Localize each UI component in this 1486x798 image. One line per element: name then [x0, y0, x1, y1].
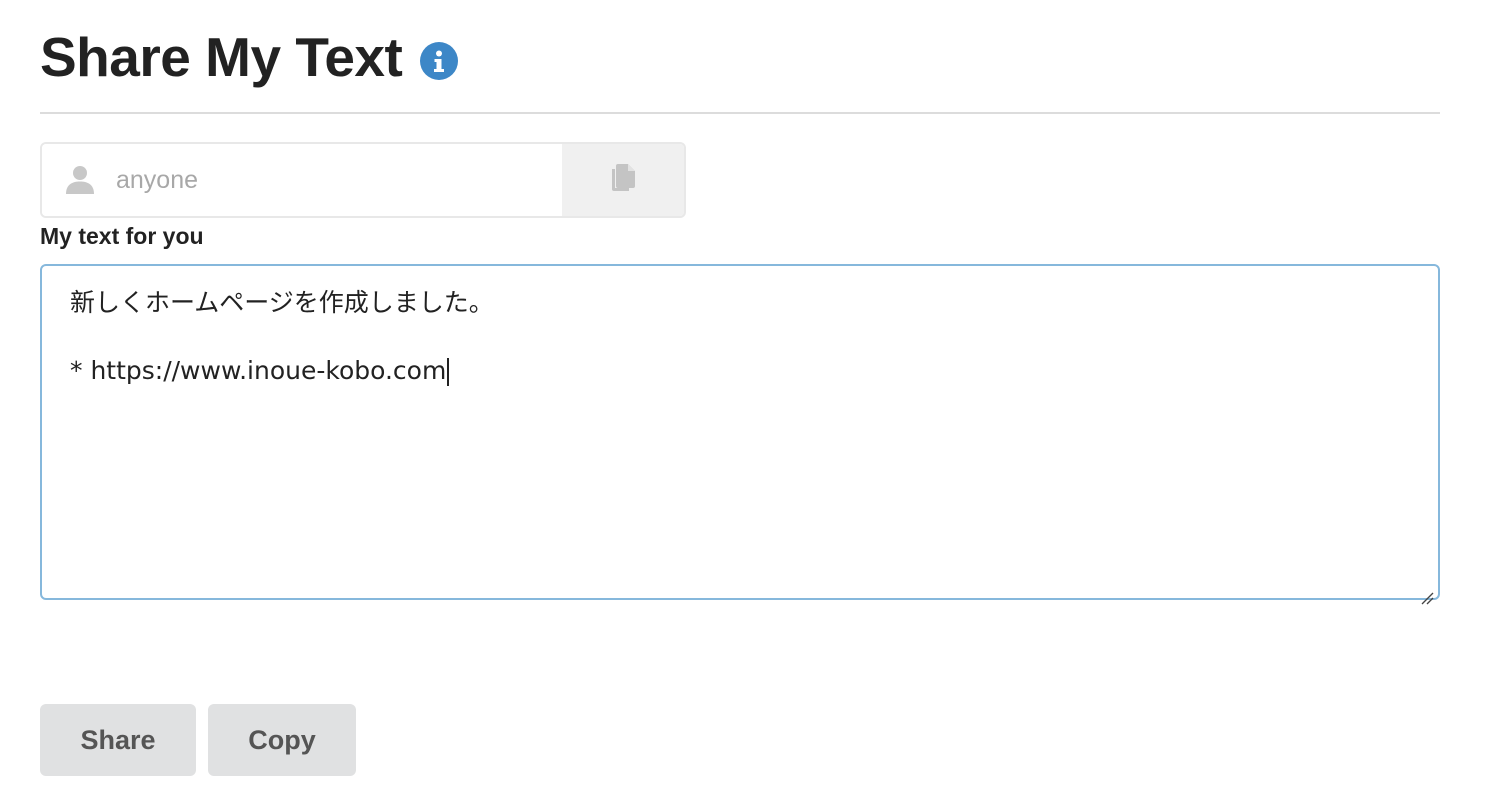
share-page: Share My Text anyone My text for you 新しく…	[0, 0, 1486, 798]
message-textarea[interactable]: 新しくホームページを作成しました。 * https://www.inoue-ko…	[40, 264, 1440, 605]
textarea-line: 新しくホームページを作成しました。	[70, 288, 494, 317]
copy-recipient-button[interactable]	[562, 144, 684, 216]
message-label: My text for you	[40, 223, 204, 249]
page-title: Share My Text	[40, 25, 403, 88]
copy-button[interactable]: Copy	[208, 704, 356, 776]
resize-grip-icon[interactable]	[1420, 580, 1434, 605]
info-icon[interactable]	[420, 42, 459, 80]
recipient-input[interactable]	[116, 165, 516, 195]
user-icon	[64, 164, 96, 196]
share-button[interactable]: Share	[40, 704, 196, 776]
header-divider	[40, 112, 1440, 114]
page-header: Share My Text	[40, 22, 459, 92]
textarea-line-text: * https://www.inoue-kobo.com	[70, 356, 447, 385]
copy-icon	[609, 163, 637, 198]
textarea-line	[70, 320, 1410, 354]
recipient-input-group	[40, 142, 686, 218]
text-caret	[447, 358, 450, 386]
recipient-field	[42, 144, 562, 216]
textarea-line-last: * https://www.inoue-kobo.com	[70, 354, 1410, 388]
